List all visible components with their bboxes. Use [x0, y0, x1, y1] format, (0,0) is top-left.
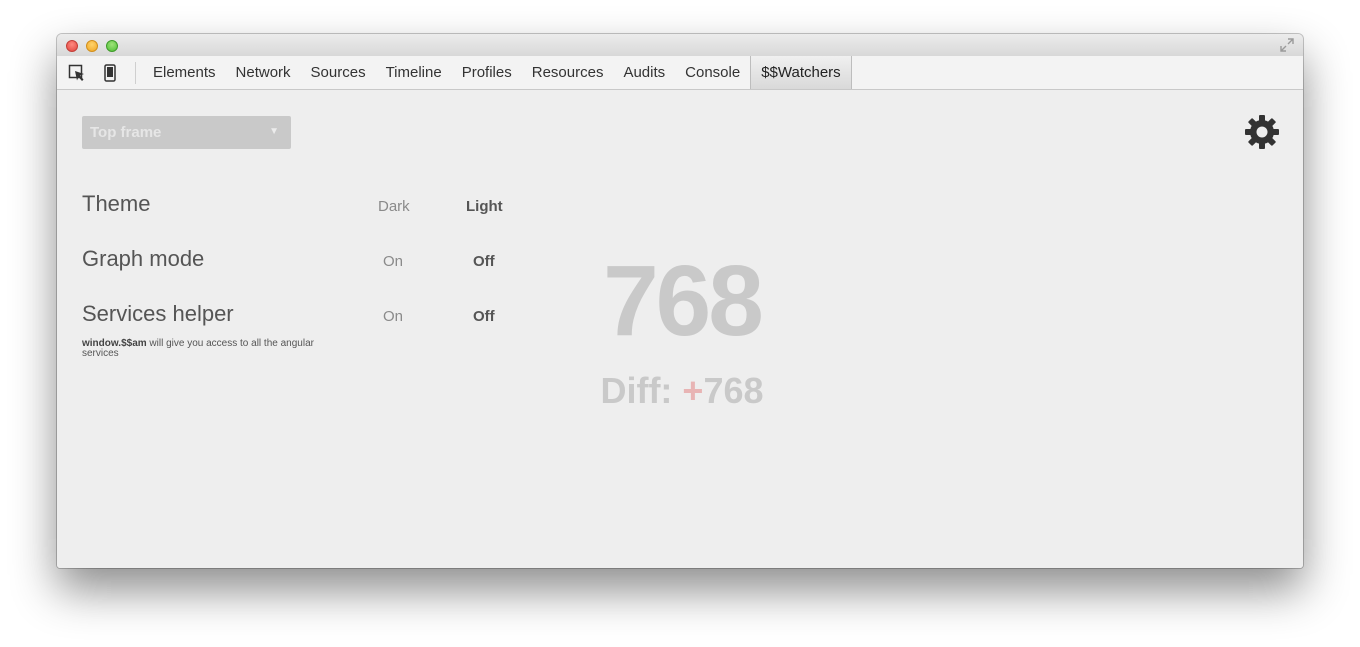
watchers-panel: Top frame ▼ Theme Dark Light Graph mode …	[57, 91, 1303, 568]
inspect-element-icon[interactable]	[68, 64, 86, 82]
tab-watchers[interactable]: $$Watchers	[750, 56, 852, 89]
devtools-window: Elements Network Sources Timeline Profil…	[57, 34, 1303, 568]
frame-select[interactable]: Top frame ▼	[82, 116, 291, 149]
zoom-window-button[interactable]	[106, 40, 118, 52]
chevron-down-icon: ▼	[269, 126, 279, 137]
graph-mode-option-off[interactable]: Off	[473, 253, 495, 270]
tab-elements[interactable]: Elements	[143, 56, 226, 89]
toolbar-divider	[135, 62, 136, 84]
close-window-button[interactable]	[66, 40, 78, 52]
graph-mode-option-on[interactable]: On	[383, 253, 403, 270]
tab-console[interactable]: Console	[675, 56, 750, 89]
services-helper-option-off[interactable]: Off	[473, 308, 495, 325]
theme-label: Theme	[82, 191, 151, 216]
diff-label: Diff:	[600, 370, 683, 411]
device-mode-icon[interactable]	[101, 64, 119, 82]
devtools-toolbar: Elements Network Sources Timeline Profil…	[57, 56, 1303, 90]
services-helper-label: Services helper	[82, 301, 234, 326]
tab-timeline[interactable]: Timeline	[376, 56, 452, 89]
panel-tabs: Elements Network Sources Timeline Profil…	[143, 56, 852, 89]
title-bar	[57, 34, 1303, 56]
gear-icon[interactable]	[1244, 114, 1280, 150]
theme-option-dark[interactable]: Dark	[378, 198, 410, 215]
diff-value: 768	[703, 370, 764, 411]
tab-network[interactable]: Network	[226, 56, 301, 89]
tab-profiles[interactable]: Profiles	[452, 56, 522, 89]
tab-sources[interactable]: Sources	[301, 56, 376, 89]
frame-select-value: Top frame	[90, 124, 162, 141]
graph-mode-label: Graph mode	[82, 246, 205, 271]
theme-option-light[interactable]: Light	[466, 198, 503, 215]
watcher-count: 768	[603, 245, 764, 357]
fullscreen-icon[interactable]	[1280, 38, 1294, 52]
tab-audits[interactable]: Audits	[613, 56, 675, 89]
services-helper-option-on[interactable]: On	[383, 308, 403, 325]
minimize-window-button[interactable]	[86, 40, 98, 52]
services-helper-note: window.$$am will give you access to all …	[82, 339, 352, 359]
diff-sign: +	[682, 370, 704, 411]
tab-resources[interactable]: Resources	[522, 56, 614, 89]
watcher-diff: Diff: +768	[527, 371, 837, 411]
